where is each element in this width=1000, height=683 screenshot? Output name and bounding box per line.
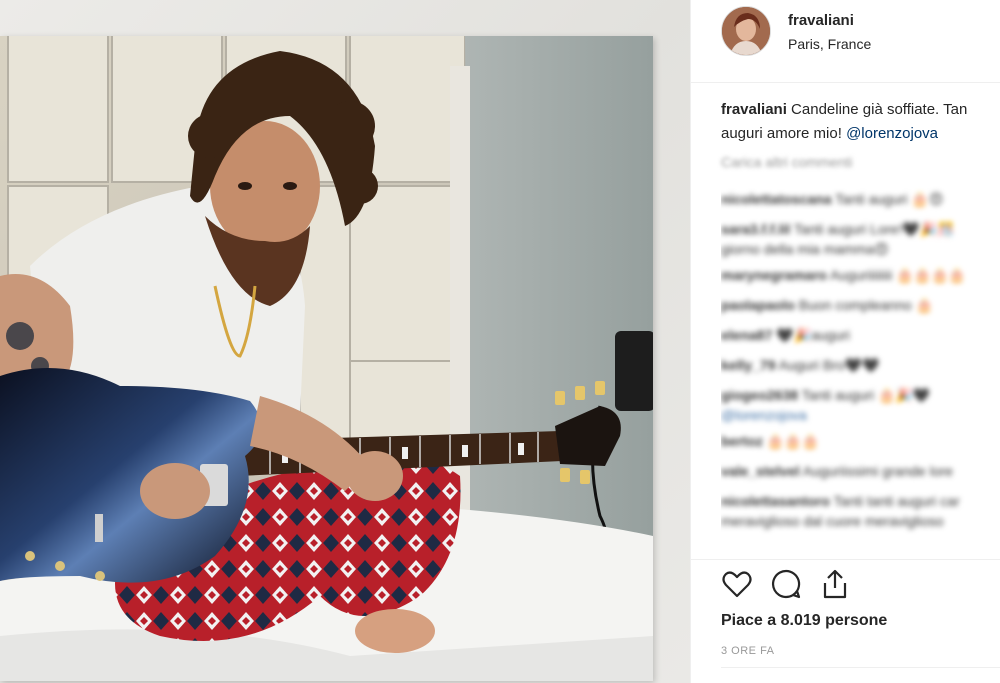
- comment-text: Tanti auguri 🎂😍: [835, 191, 944, 207]
- comment-mention[interactable]: @lorenzojova: [721, 404, 1000, 426]
- share-icon[interactable]: [819, 568, 851, 600]
- comment-username[interactable]: nicolettasantoro: [721, 493, 830, 509]
- comment-text: Tanti auguri 🎂🎉🖤: [801, 387, 931, 403]
- avatar[interactable]: [721, 6, 771, 56]
- comment-username[interactable]: sara3.f.f.lil: [721, 221, 790, 237]
- comment-item: nicolettatoscana Tanti auguri 🎂😍: [721, 184, 1000, 214]
- divider: [721, 667, 1000, 668]
- likes-count[interactable]: Piace a 8.019 persone: [721, 612, 887, 630]
- comment-item: marynegramaro Auguriiiiiiii 🎂🎂🎂🎂: [721, 260, 1000, 290]
- comment-item: giogeo2638 Tanti auguri 🎂🎉🖤 @lorenzojova: [721, 380, 1000, 426]
- comment-icon[interactable]: [770, 568, 802, 600]
- comment-text: Buon compleanno 🎂: [798, 297, 933, 313]
- comment-username[interactable]: paolapaolo: [721, 297, 795, 313]
- comment-text-cont: giorno della mia mamma😍: [721, 241, 889, 257]
- divider: [691, 559, 1000, 560]
- post-caption: fravaliani Candeline già soffiate. Tan a…: [721, 98, 1000, 146]
- comment-item: bertoz 🎂🎂🎂: [721, 426, 1000, 456]
- comment-text: Auguriiiiiiii 🎂🎂🎂🎂: [829, 267, 966, 283]
- comment-item: nicolettasantoro Tanti tanti auguri car m…: [721, 486, 1000, 532]
- post-location[interactable]: Paris, France: [788, 36, 871, 52]
- comment-text: 🖤🎉auguri: [776, 327, 851, 343]
- comment-item: elena87 🖤🎉auguri: [721, 320, 1000, 350]
- comment-text: Auguri Bro🖤🖤: [778, 357, 880, 373]
- comment-username[interactable]: kelly_79: [721, 357, 776, 373]
- comment-item: sara3.f.f.lil Tanti auguri Lore!🖤🎉🎊 giorn…: [721, 214, 1000, 260]
- load-more-comments[interactable]: Carica altri commenti: [721, 154, 852, 170]
- comment-text: 🎂🎂🎂: [766, 433, 820, 449]
- comment-text: Tanti auguri Lore!🖤🎉🎊: [793, 221, 955, 237]
- comment-username[interactable]: marynegramaro: [721, 267, 827, 283]
- comment-username[interactable]: bertoz: [721, 433, 763, 449]
- caption-text: Candeline già soffiate. Tan: [791, 101, 968, 118]
- comment-username[interactable]: elena87: [721, 327, 772, 343]
- comment-text-cont: meraviglioso dal cuore meraviglioso: [721, 513, 944, 529]
- heart-icon[interactable]: [721, 568, 753, 600]
- post-username[interactable]: fravaliani: [788, 12, 854, 29]
- post-timestamp: 3 ORE FA: [721, 645, 775, 657]
- comments-list: nicolettatoscana Tanti auguri 🎂😍 sara3.f…: [721, 184, 1000, 556]
- comment-item: kelly_79 Auguri Bro🖤🖤: [721, 350, 1000, 380]
- comment-item: paolapaolo Buon compleanno 🎂: [721, 290, 1000, 320]
- comment-username[interactable]: nicolettatoscana: [721, 191, 831, 207]
- comment-username[interactable]: giogeo2638: [721, 387, 798, 403]
- comment-text: Auguriissimi grande lore: [802, 463, 953, 479]
- polaroid-frame: [0, 36, 653, 681]
- comment-username[interactable]: vale_stelvel: [721, 463, 800, 479]
- caption-text-cont: auguri amore mio!: [721, 125, 847, 142]
- photo-backdrop: [0, 0, 690, 683]
- post-header: fravaliani Paris, France: [691, 0, 1000, 83]
- post-photo[interactable]: [0, 36, 653, 681]
- post-panel: fravaliani Paris, France fravaliani Cand…: [690, 0, 1000, 683]
- comment-item: vale_stelvel Auguriissimi grande lore: [721, 456, 1000, 486]
- caption-username[interactable]: fravaliani: [721, 101, 787, 118]
- comment-text: Tanti tanti auguri car: [833, 493, 960, 509]
- caption-mention[interactable]: @lorenzojova: [846, 125, 938, 142]
